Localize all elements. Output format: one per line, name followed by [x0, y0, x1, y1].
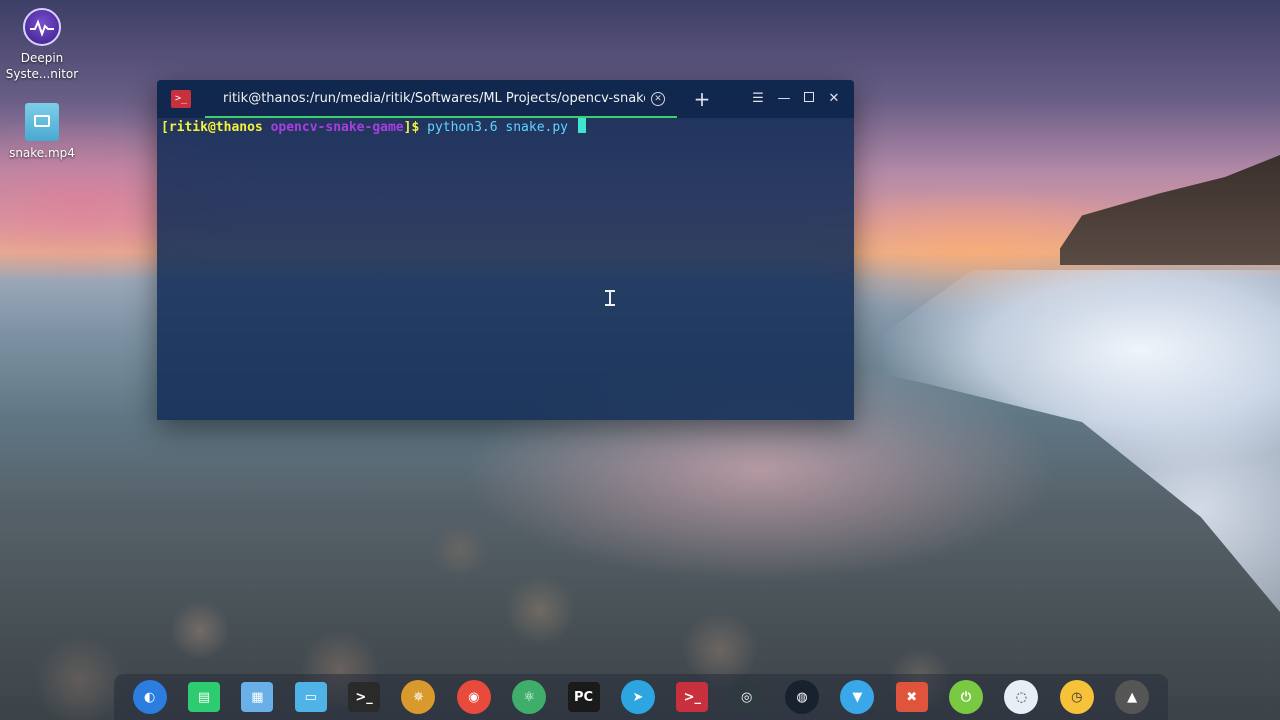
- minimize-button[interactable]: —: [775, 90, 793, 108]
- desktop-icon-system-monitor[interactable]: Deepin Syste...nitor: [0, 8, 84, 82]
- terminal-app-icon: >_: [171, 90, 191, 108]
- multitasking-icon[interactable]: ▤: [188, 682, 221, 712]
- desktop-icon-label: snake.mp4: [9, 146, 75, 160]
- ibeam-cursor-icon: [605, 290, 615, 306]
- prompt-user: ritik@thanos: [168, 120, 263, 135]
- command-text: python3.6 snake.py: [427, 120, 569, 135]
- tux-icon[interactable]: ▲: [1115, 680, 1150, 714]
- image-viewer-icon[interactable]: ▦: [241, 682, 274, 712]
- terminal-output[interactable]: [ritik@thanos opencv-snake-game]$ python…: [161, 118, 854, 420]
- new-tab-button[interactable]: +: [691, 88, 713, 110]
- tab-title: ritik@thanos:/run/media/ritik/Softwares/…: [223, 91, 645, 106]
- power-icon[interactable]: ⏻: [949, 680, 984, 714]
- terminal-app-icon[interactable]: >_: [348, 682, 381, 712]
- launcher-icon[interactable]: ◐: [132, 680, 167, 714]
- text-cursor: [577, 118, 586, 133]
- close-button[interactable]: ✕: [825, 90, 843, 108]
- menu-button[interactable]: ☰: [749, 90, 767, 108]
- wifi-icon[interactable]: ▼: [840, 680, 875, 714]
- terminal-titlebar[interactable]: >_ ritik@thanos:/run/media/ritik/Softwar…: [157, 80, 854, 118]
- desktop-icon-snake-video[interactable]: snake.mp4: [0, 103, 84, 161]
- clock-icon[interactable]: ◷: [1059, 680, 1094, 714]
- atom-icon[interactable]: ⚛: [512, 680, 547, 714]
- dock: ◐ ▤ ▦ ▭ >_ ✵ ◉ ⚛ PC ➤ >_ ◎ ◍ ▼ ✖ ⏻ ◌ ◷ ▲: [114, 674, 1168, 720]
- maximize-button[interactable]: [800, 90, 818, 108]
- terminal-window[interactable]: >_ ritik@thanos:/run/media/ritik/Softwar…: [157, 80, 854, 420]
- system-monitor-icon: [23, 8, 61, 46]
- prompt-bracket: [: [161, 120, 169, 135]
- screen-recorder-icon[interactable]: ◍: [784, 680, 819, 714]
- prompt-line: [ritik@thanos opencv-snake-game]$ python…: [161, 118, 854, 138]
- camera-icon[interactable]: ◎: [729, 680, 764, 714]
- telegram-icon[interactable]: ➤: [620, 680, 655, 714]
- video-file-icon: [25, 103, 59, 141]
- close-tab-icon[interactable]: ✕: [651, 92, 665, 106]
- pycharm-icon[interactable]: PC: [567, 682, 600, 712]
- wallpaper-cliff: [1060, 155, 1280, 265]
- system-monitor-icon[interactable]: ◌: [1004, 680, 1039, 714]
- prompt-symbol: ]$: [403, 120, 420, 135]
- deepin-terminal-icon[interactable]: >_: [676, 682, 709, 712]
- chrome-icon[interactable]: ◉: [456, 680, 491, 714]
- terminal-tab[interactable]: ritik@thanos:/run/media/ritik/Softwares/…: [205, 80, 677, 118]
- file-manager-icon[interactable]: ▭: [294, 682, 327, 712]
- desktop-icon-label: Deepin Syste...nitor: [5, 51, 79, 81]
- helm-icon[interactable]: ✵: [401, 680, 436, 714]
- screenshot-icon[interactable]: ✖: [895, 682, 928, 712]
- prompt-directory: opencv-snake-game: [270, 120, 404, 135]
